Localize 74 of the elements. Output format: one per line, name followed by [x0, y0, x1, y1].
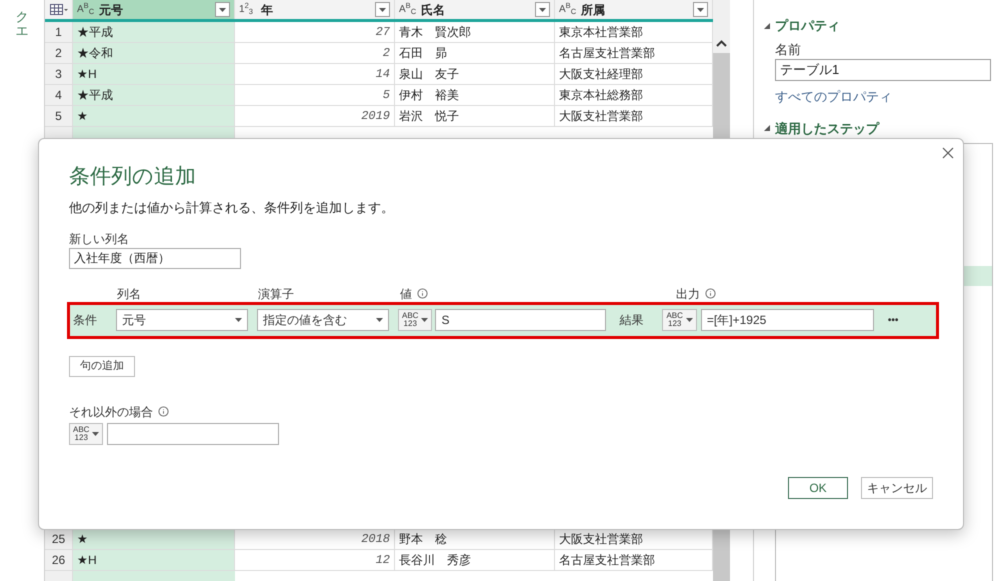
table-cell: ★ [73, 529, 235, 549]
scroll-up-icon[interactable] [716, 40, 727, 47]
table-cell: ★ [73, 106, 235, 126]
info-icon[interactable] [705, 288, 716, 299]
caret-icon [379, 8, 386, 12]
output-field[interactable]: =[年]+1925 [700, 309, 874, 331]
add-clause-button[interactable]: 句の追加 [69, 356, 135, 376]
column-title: 所属 [581, 2, 606, 18]
row-number: 4 [45, 85, 73, 105]
caret-icon [539, 8, 546, 12]
table-cell: ★平成 [73, 85, 235, 105]
row-number: 5 [45, 106, 73, 126]
row-number: 1 [45, 22, 73, 42]
close-icon[interactable] [942, 147, 954, 159]
column-title: 氏名 [421, 2, 446, 18]
else-label: それ以外の場合 [69, 404, 153, 421]
caret-icon [219, 8, 226, 12]
caret-icon [686, 318, 693, 322]
type-dropdown[interactable]: ABC 123 [69, 422, 104, 445]
field-label: 新しい列名 [69, 230, 130, 248]
column-label: 列名 [117, 286, 142, 302]
filter-dropdown[interactable] [375, 2, 390, 17]
filter-dropdown[interactable] [215, 2, 230, 17]
more-button[interactable]: ••• [888, 312, 898, 328]
field-label: 名前 [775, 40, 802, 58]
ok-button[interactable]: OK [788, 477, 848, 499]
info-icon[interactable] [417, 288, 428, 299]
operator-dropdown[interactable]: 指定の値を含む [257, 309, 389, 331]
table-cell: ★令和 [73, 43, 235, 63]
column-title: 年 [261, 2, 274, 18]
type-dropdown[interactable]: ABC 123 [398, 309, 432, 331]
column-title: 元号 [99, 2, 124, 18]
row-number: 25 [45, 529, 73, 549]
type-label: ABC [402, 312, 418, 320]
table-cell: ★平成 [73, 22, 235, 42]
type-label: ABC [73, 426, 90, 434]
dialog-description: 他の列または値から計算される、条件列を追加します。 [69, 199, 395, 217]
caret-icon [92, 432, 100, 436]
column-dropdown[interactable]: 元号 [116, 309, 248, 331]
queries-tab[interactable]: クエ [16, 10, 28, 581]
type-label: ABC [666, 312, 683, 320]
result-label: 結果 [619, 312, 644, 329]
filter-dropdown[interactable] [693, 2, 708, 17]
filter-dropdown[interactable] [535, 2, 550, 17]
cancel-button[interactable]: キャンセル [861, 477, 933, 499]
type-label: 123 [402, 320, 418, 328]
info-icon[interactable] [158, 406, 169, 418]
collapse-icon[interactable] [764, 22, 770, 29]
else-field[interactable] [107, 422, 280, 445]
caret-icon [235, 318, 242, 322]
dialog-title: 条件列の追加 [69, 164, 197, 190]
collapse-icon[interactable] [764, 125, 770, 132]
row-number: 26 [45, 550, 73, 570]
section-title: 適用したステップ [775, 120, 879, 138]
value-label: 値 [400, 286, 412, 302]
output-label: 出力 [676, 286, 700, 302]
caret-icon [697, 8, 704, 12]
all-properties-link[interactable]: すべてのプロパティ [775, 87, 1000, 106]
row-number: 2 [45, 43, 73, 63]
operator-label: 演算子 [258, 286, 295, 302]
column-name-field[interactable]: 入社年度（西暦） [69, 248, 241, 268]
name-field[interactable]: テーブル1 [775, 59, 991, 81]
caret-icon [376, 318, 383, 322]
type-dropdown[interactable]: ABC 123 [662, 309, 697, 331]
condition-label: 条件 [73, 312, 98, 329]
section-title: プロパティ [775, 17, 840, 35]
table-cell: ★H [73, 550, 235, 570]
type-label: 123 [667, 320, 682, 328]
row-number: 3 [45, 64, 73, 84]
table-icon[interactable] [50, 4, 68, 16]
caret-icon [421, 318, 428, 322]
type-label: 123 [74, 434, 89, 442]
value-field[interactable]: S [435, 309, 606, 331]
table-cell: ★H [73, 64, 235, 84]
